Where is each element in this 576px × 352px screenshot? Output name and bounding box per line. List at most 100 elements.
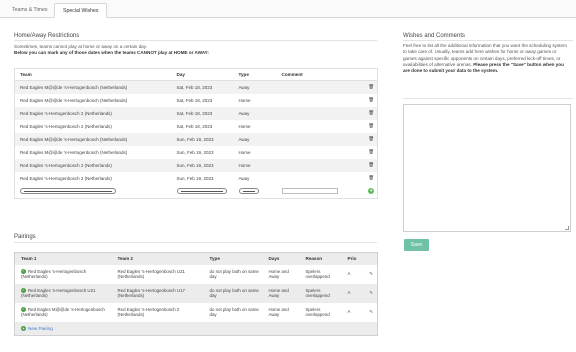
type-cell: Home: [233, 93, 277, 107]
team-cell: Red Eagles 's-Hertogenbosch 2 (Netherlan…: [14, 171, 172, 185]
edit-icon[interactable]: ✎: [359, 302, 378, 322]
wishes-section: Wishes and Comments: [403, 33, 465, 39]
prio-cell: A: [341, 302, 360, 322]
type-select[interactable]: [238, 188, 259, 195]
type-cell: Away: [233, 171, 277, 185]
restrictions-table: Team Day Type Comment Red Eagles M@@de '…: [14, 68, 378, 199]
team-cell: Red Eagles 's-Hertogenbosch 2 (Netherlan…: [14, 158, 172, 172]
pairings-table: Team 1 Team 2 Type Days Reason Prio ✓ Red…: [14, 252, 378, 336]
day-cell: Sat, Feb 18, 2023: [171, 80, 234, 94]
plus-circle-icon: +: [21, 325, 26, 331]
team-cell: Red Eagles M@@de 's-Hertogenbosch (Nethe…: [14, 145, 172, 159]
tab-bar: Teams & Times Special Wishes: [0, 0, 576, 18]
comment-cell: [276, 171, 361, 185]
pairing-row: ✓ Red Eagles 's-Hertogenbosch U21 (Nether…: [14, 283, 378, 303]
day-cell: Sun, Feb 19, 2023: [171, 171, 234, 185]
days-cell: Home and Away: [262, 283, 300, 303]
type-cell: do not play both on same day: [203, 264, 263, 284]
divider: [14, 242, 377, 243]
reason-cell: Spelers overlappend: [299, 302, 342, 322]
day-cell: Sat, Feb 18, 2023: [171, 93, 234, 107]
trash-icon[interactable]: 🗑: [360, 171, 378, 185]
comment-cell: [276, 145, 361, 159]
days-cell: Home and Away: [262, 264, 300, 284]
resize-grip-icon[interactable]: [565, 226, 569, 230]
col-team: Team: [14, 68, 172, 81]
reason-cell: Spelers overlappend: [299, 264, 342, 284]
days-cell: Home and Away: [262, 302, 300, 322]
tab-special-wishes[interactable]: Special Wishes: [54, 3, 108, 18]
divider: [403, 40, 573, 41]
restrictions-intro: Sometimes, teams cannot play at home or …: [14, 44, 374, 56]
col-team1: Team 1: [14, 252, 112, 265]
team1-cell: Red Eagles 's-Hertogenbosch U21 (Netherl…: [21, 287, 96, 298]
new-pairing-link[interactable]: + New Pairing: [21, 325, 53, 331]
team2-cell: Red Eagles 's-Hertogenbosch U21 (Netherl…: [111, 264, 204, 284]
comment-cell: [276, 132, 361, 146]
trash-icon[interactable]: 🗑: [360, 106, 378, 120]
team-cell: Red Eagles 's-Hertogenbosch 2 (Netherlan…: [14, 106, 172, 120]
team1-cell: Red Eagles 's-Hertogenbosch (Netherlands…: [21, 268, 87, 279]
day-select[interactable]: [176, 188, 227, 195]
col-type: Type: [203, 252, 263, 265]
table-row: Red Eagles M@@de 's-Hertogenbosch (Nethe…: [14, 132, 378, 146]
type-cell: do not play both on same day: [203, 302, 263, 322]
team-cell: Red Eagles M@@de 's-Hertogenbosch (Nethe…: [14, 93, 172, 107]
col-days: Days: [262, 252, 300, 265]
divider: [14, 40, 377, 41]
day-cell: Sat, Feb 18, 2023: [171, 106, 234, 120]
prio-cell: A: [341, 264, 360, 284]
day-cell: Sun, Feb 19, 2023: [171, 158, 234, 172]
day-cell: Sun, Feb 19, 2023: [171, 132, 234, 146]
prio-cell: A: [341, 283, 360, 303]
tab-teams-times[interactable]: Teams & Times: [4, 3, 55, 18]
save-button[interactable]: Save: [404, 239, 429, 251]
table-row: Red Eagles 's-Hertogenbosch 2 (Netherlan…: [14, 119, 378, 133]
table-row: Red Eagles M@@de 's-Hertogenbosch (Nethe…: [14, 93, 378, 107]
pairings-title: Pairings: [14, 234, 36, 240]
col-day: Day: [171, 68, 234, 81]
team1-cell: Red Eagles M@@de 's-Hertogenbosch (Nethe…: [21, 306, 105, 317]
wishes-intro: Feel free to list all the additional inf…: [403, 43, 571, 74]
team2-cell: Red Eagles 's-Hertogenbosch 2 (Netherlan…: [111, 302, 204, 322]
edit-icon[interactable]: ✎: [359, 264, 378, 284]
col-comment: Comment: [276, 68, 361, 81]
trash-icon[interactable]: 🗑: [360, 158, 378, 172]
team2-cell: Red Eagles 's-Hertogenbosch U17 (Netherl…: [111, 283, 204, 303]
comment-cell: [276, 106, 361, 120]
col-team2: Team 2: [111, 252, 204, 265]
team-cell: Red Eagles M@@de 's-Hertogenbosch (Nethe…: [14, 80, 172, 94]
trash-icon[interactable]: 🗑: [360, 80, 378, 94]
day-cell: Sun, Feb 19, 2023: [171, 145, 234, 159]
wishes-title: Wishes and Comments: [403, 33, 466, 39]
table-row: Red Eagles M@@de 's-Hertogenbosch (Nethe…: [14, 145, 378, 159]
pairing-row: ✓ Red Eagles 's-Hertogenbosch (Netherland…: [14, 264, 378, 284]
comment-cell: [276, 119, 361, 133]
table-row: Red Eagles 's-Hertogenbosch 2 (Netherlan…: [14, 158, 378, 172]
table-row: Red Eagles M@@de 's-Hertogenbosch (Nethe…: [14, 80, 378, 94]
add-restriction-button[interactable]: +: [368, 188, 375, 195]
trash-icon[interactable]: 🗑: [360, 132, 378, 146]
type-cell: Home: [233, 145, 277, 159]
col-reason: Reason: [299, 252, 342, 265]
comment-cell: [276, 93, 361, 107]
comment-input[interactable]: [281, 188, 338, 195]
team-select[interactable]: [20, 188, 116, 195]
table-row: Red Eagles 's-Hertogenbosch 2 (Netherlan…: [14, 106, 378, 120]
col-prio: Prio: [341, 252, 360, 265]
trash-icon[interactable]: 🗑: [360, 119, 378, 133]
pairing-row: ✓ Red Eagles M@@de 's-Hertogenbosch (Neth…: [14, 302, 378, 322]
type-cell: Home: [233, 119, 277, 133]
trash-icon[interactable]: 🗑: [360, 145, 378, 159]
team-cell: Red Eagles 's-Hertogenbosch 2 (Netherlan…: [14, 119, 172, 133]
type-cell: Away: [233, 106, 277, 120]
type-cell: Home: [233, 158, 277, 172]
day-cell: Sat, Feb 18, 2023: [171, 119, 234, 133]
comment-cell: [276, 158, 361, 172]
new-pairing-row: + New Pairing: [14, 321, 378, 336]
trash-icon[interactable]: 🗑: [360, 93, 378, 107]
intro-line-2: Below you can mark any of those dates wh…: [14, 50, 209, 56]
wishes-textarea[interactable]: [403, 104, 571, 232]
edit-icon[interactable]: ✎: [359, 283, 378, 303]
type-cell: Away: [233, 80, 277, 94]
